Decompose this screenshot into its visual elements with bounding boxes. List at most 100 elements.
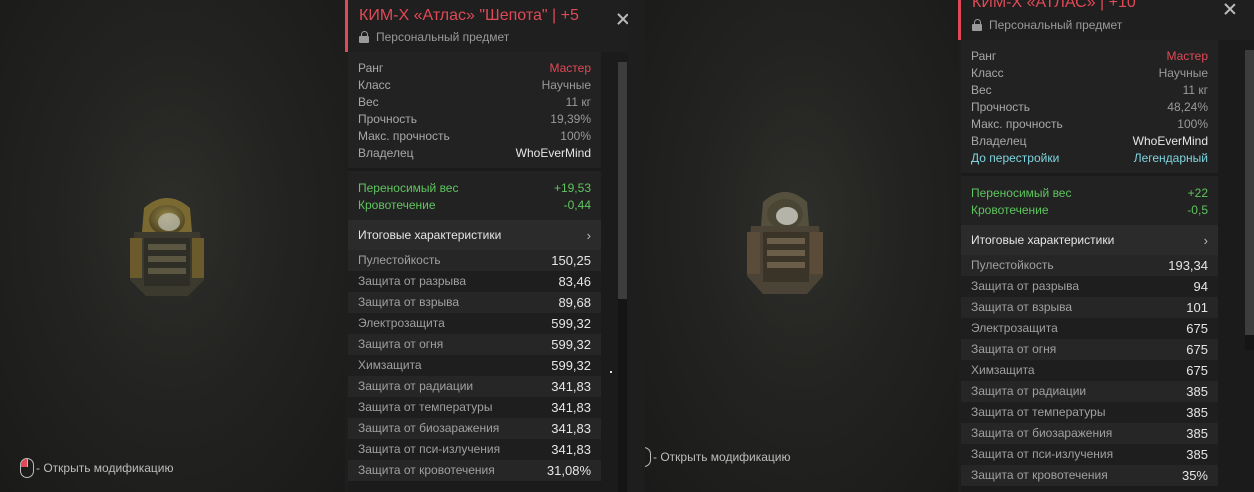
stat-label: Защита от взрыва bbox=[358, 295, 460, 309]
chevron-right-icon: › bbox=[586, 227, 591, 243]
mouse-left-click-icon bbox=[20, 458, 34, 478]
info-value: Научные bbox=[541, 78, 591, 92]
tooltip-header: КИМ-Х «Атлас» "Шепота" | +5 Персональный… bbox=[345, 0, 643, 52]
stat-label: Защита от радиации bbox=[358, 379, 474, 393]
info-row: Ранг Мастер bbox=[971, 48, 1208, 65]
info-value: Научные bbox=[1158, 66, 1208, 80]
item-tooltip-right: КИМ-Х «АТЛАС» | +10 Персональный предмет… bbox=[958, 0, 1254, 492]
bonus-label: Переносимый вес bbox=[358, 181, 459, 195]
tooltip-header: КИМ-Х «АТЛАС» | +10 Персональный предмет bbox=[958, 0, 1254, 40]
bonus-label: Кровотечение bbox=[358, 198, 436, 212]
armor-suit-icon bbox=[130, 198, 204, 296]
info-row: Вес 11 кг bbox=[358, 94, 591, 111]
stat-label: Химзащита bbox=[358, 358, 422, 372]
stat-row: Защита от температуры 341,83 bbox=[348, 397, 601, 418]
bonus-row: Переносимый вес +22 bbox=[971, 185, 1208, 202]
stat-value: 675 bbox=[1186, 321, 1208, 336]
chevron-right-icon: › bbox=[1203, 232, 1208, 248]
info-label: Вес bbox=[971, 83, 992, 97]
personal-item-note: Персональный предмет bbox=[972, 18, 1122, 32]
info-label: Макс. прочность bbox=[358, 129, 450, 143]
stat-row: Защита от пси-излучения 385 bbox=[961, 444, 1218, 465]
stat-value: 31,08% bbox=[546, 463, 591, 478]
stat-value: 193,34 bbox=[1168, 258, 1208, 273]
summary-stats-toggle[interactable]: Итоговые характеристики › bbox=[348, 220, 601, 250]
info-value: 19,39% bbox=[550, 112, 591, 126]
stat-row: Защита от взрыва 101 bbox=[961, 297, 1218, 318]
stat-value: 385 bbox=[1186, 405, 1208, 420]
stat-row: Защита от температуры 385 bbox=[961, 402, 1218, 423]
stat-value: 94 bbox=[1193, 279, 1208, 294]
info-row: Прочность 19,39% bbox=[358, 111, 591, 128]
scrollbar-thumb[interactable] bbox=[618, 62, 627, 299]
stats-list: Пулестойкость 193,34 Защита от разрыва 94 … bbox=[961, 255, 1218, 486]
personal-item-note: Персональный предмет bbox=[359, 30, 509, 44]
open-modification-label: - Открыть модификацию bbox=[36, 461, 174, 475]
stat-value: 599,32 bbox=[551, 358, 591, 373]
item-preview-left[interactable]: - Открыть модификацию bbox=[0, 0, 345, 492]
stat-row: Защита от кровотечения 35% bbox=[961, 465, 1218, 486]
stat-value: 150,25 bbox=[551, 253, 591, 268]
stat-label: Пулестойкость bbox=[971, 258, 1054, 272]
stat-label: Защита от разрыва bbox=[971, 279, 1080, 293]
cursor-dot bbox=[610, 371, 612, 373]
stat-value: 599,32 bbox=[551, 337, 591, 352]
info-value: Мастер bbox=[1166, 49, 1208, 63]
open-modification-label: - Открыть модификацию bbox=[653, 450, 791, 464]
scrollbar-thumb[interactable] bbox=[1245, 50, 1254, 335]
info-label: Прочность bbox=[971, 100, 1031, 114]
item-title: КИМ-Х «АТЛАС» | +10 bbox=[972, 0, 1136, 11]
stat-value: 341,83 bbox=[551, 442, 591, 457]
info-label: Макс. прочность bbox=[971, 117, 1063, 131]
stat-label: Электрозащита bbox=[358, 316, 445, 330]
stat-label: Защита от взрыва bbox=[971, 300, 1073, 314]
stat-row: Защита от кровотечения 31,08% bbox=[348, 460, 601, 481]
info-value: 48,24% bbox=[1167, 100, 1208, 114]
stat-row: Защита от взрыва 89,68 bbox=[348, 292, 601, 313]
open-modification-hint[interactable]: - Открыть модификацию bbox=[20, 458, 174, 478]
stat-label: Химзащита bbox=[971, 363, 1035, 377]
stat-value: 599,32 bbox=[551, 316, 591, 331]
summary-stats-toggle[interactable]: Итоговые характеристики › bbox=[961, 225, 1218, 255]
stat-row: Электрозащита 599,32 bbox=[348, 313, 601, 334]
scrollbar[interactable] bbox=[1245, 50, 1254, 350]
info-label: До перестройки bbox=[971, 151, 1060, 165]
stat-row: Защита от биозаражения 385 bbox=[961, 423, 1218, 444]
scrollbar[interactable] bbox=[618, 62, 627, 492]
stat-label: Электрозащита bbox=[971, 321, 1058, 335]
bonus-value: +19,53 bbox=[553, 181, 591, 195]
info-label: Прочность bbox=[358, 112, 418, 126]
item-preview-right[interactable]: - Открыть модификацию bbox=[645, 0, 958, 492]
info-section: Ранг Мастер Класс Научные Вес 11 кг Прочнос… bbox=[348, 52, 601, 168]
stat-row: Защита от пси-излучения 341,83 bbox=[348, 439, 601, 460]
stat-label: Защита от радиации bbox=[971, 384, 1087, 398]
stat-value: 675 bbox=[1186, 342, 1208, 357]
info-row: Вес 11 кг bbox=[971, 82, 1208, 99]
open-modification-hint[interactable]: - Открыть модификацию bbox=[645, 447, 791, 467]
info-row: До перестройки Легендарный bbox=[971, 150, 1208, 167]
bonus-row: Кровотечение -0,44 bbox=[358, 197, 591, 214]
personal-item-label: Персональный предмет bbox=[376, 30, 510, 44]
stat-row: Защита от огня 675 bbox=[961, 339, 1218, 360]
stat-value: 101 bbox=[1186, 300, 1208, 315]
stat-label: Защита от пси-излучения bbox=[358, 442, 501, 456]
info-value: 11 кг bbox=[565, 95, 591, 109]
stat-row: Химзащита 675 bbox=[961, 360, 1218, 381]
info-row: Владелец WhoEverMind bbox=[358, 145, 591, 162]
info-value: 100% bbox=[560, 129, 591, 143]
info-row: Ранг Мастер bbox=[358, 60, 591, 77]
tooltip-body[interactable]: Ранг Мастер Класс Научные Вес 11 кг Прочнос… bbox=[348, 52, 643, 492]
stat-value: 385 bbox=[1186, 426, 1208, 441]
stat-value: 675 bbox=[1186, 363, 1208, 378]
stat-row: Пулестойкость 193,34 bbox=[961, 255, 1218, 276]
tooltip-body[interactable]: Ранг Мастер Класс Научные Вес 11 кг Прочнос… bbox=[961, 40, 1254, 492]
lock-icon bbox=[359, 31, 369, 43]
bonus-row: Переносимый вес +19,53 bbox=[358, 180, 591, 197]
info-label: Класс bbox=[971, 66, 1004, 80]
stat-label: Защита от биозаражения bbox=[971, 426, 1113, 440]
stat-row: Защита от радиации 385 bbox=[961, 381, 1218, 402]
close-icon[interactable] bbox=[1224, 3, 1236, 15]
stat-label: Защита от огня bbox=[358, 337, 444, 351]
bonus-section: Переносимый вес +19,53 Кровотечение -0,44 bbox=[348, 171, 601, 220]
info-label: Ранг bbox=[971, 49, 997, 63]
